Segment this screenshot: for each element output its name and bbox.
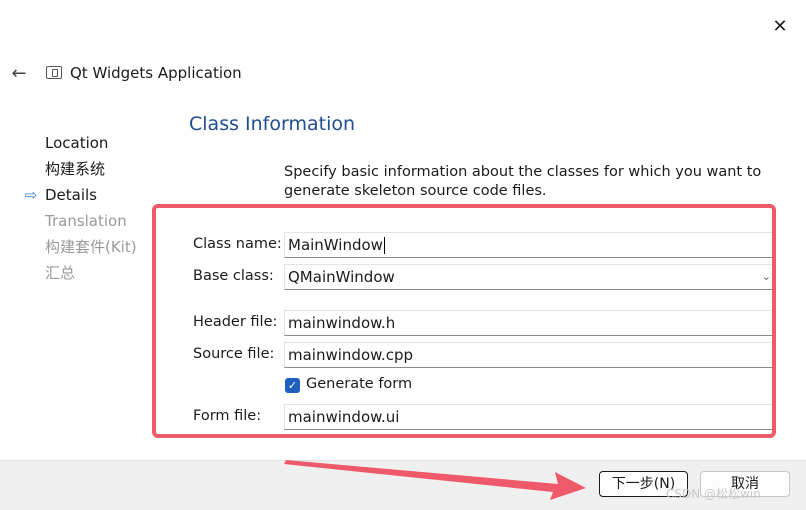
source-file-label: Source file:: [193, 346, 275, 362]
step-kits: 构建套件(Kit): [22, 234, 172, 260]
generate-form-label[interactable]: Generate form: [306, 376, 412, 392]
form-file-input[interactable]: mainwindow.ui: [284, 404, 774, 430]
header-file-label: Header file:: [193, 314, 278, 330]
step-label: 汇总: [45, 264, 76, 282]
source-file-value: mainwindow.cpp: [288, 346, 414, 364]
class-name-label: Class name:: [193, 236, 282, 252]
wizard-steps: Location 构建系统 ⇨ Details Translation 构建套件…: [22, 130, 172, 286]
form-file-label: Form file:: [193, 408, 262, 424]
step-summary: 汇总: [22, 260, 172, 286]
wizard-window: ✕ ← Qt Widgets Application Location 构建系统…: [0, 0, 806, 510]
base-class-value: QMainWindow: [288, 268, 395, 286]
watermark: CSDN @松松win: [666, 487, 761, 501]
chevron-down-icon: ⌄: [761, 270, 771, 283]
class-name-value: MainWindow: [288, 236, 383, 254]
form-file-value: mainwindow.ui: [288, 408, 400, 426]
step-label: Translation: [45, 212, 127, 230]
header-file-input[interactable]: mainwindow.h: [284, 310, 774, 336]
checkmark-icon: ✓: [287, 379, 298, 392]
base-class-label: Base class:: [193, 268, 274, 284]
step-details: ⇨ Details: [22, 182, 172, 208]
step-label: 构建套件(Kit): [45, 238, 137, 256]
step-build-system: 构建系统: [22, 156, 172, 182]
page-title: Class Information: [189, 113, 356, 135]
close-button[interactable]: ✕: [766, 12, 794, 40]
step-label: Details: [45, 186, 98, 204]
step-label: 构建系统: [45, 160, 106, 178]
back-button[interactable]: ←: [8, 62, 30, 84]
class-name-input[interactable]: MainWindow: [284, 232, 774, 258]
base-class-select[interactable]: QMainWindow ⌄: [284, 264, 774, 290]
wizard-title: Qt Widgets Application: [70, 64, 242, 82]
step-label: Location: [45, 134, 109, 152]
arrow-right-icon: ⇨: [24, 186, 38, 204]
page-description: Specify basic information about the clas…: [284, 164, 762, 199]
text-cursor: [383, 237, 385, 254]
step-location: Location: [22, 130, 172, 156]
generate-form-checkbox[interactable]: ✓: [285, 378, 300, 393]
window-icon: [46, 66, 62, 79]
step-translation: Translation: [22, 208, 172, 234]
source-file-input[interactable]: mainwindow.cpp: [284, 342, 774, 368]
header-file-value: mainwindow.h: [288, 314, 396, 332]
close-icon: ✕: [772, 15, 788, 37]
arrow-left-icon: ←: [11, 62, 27, 84]
